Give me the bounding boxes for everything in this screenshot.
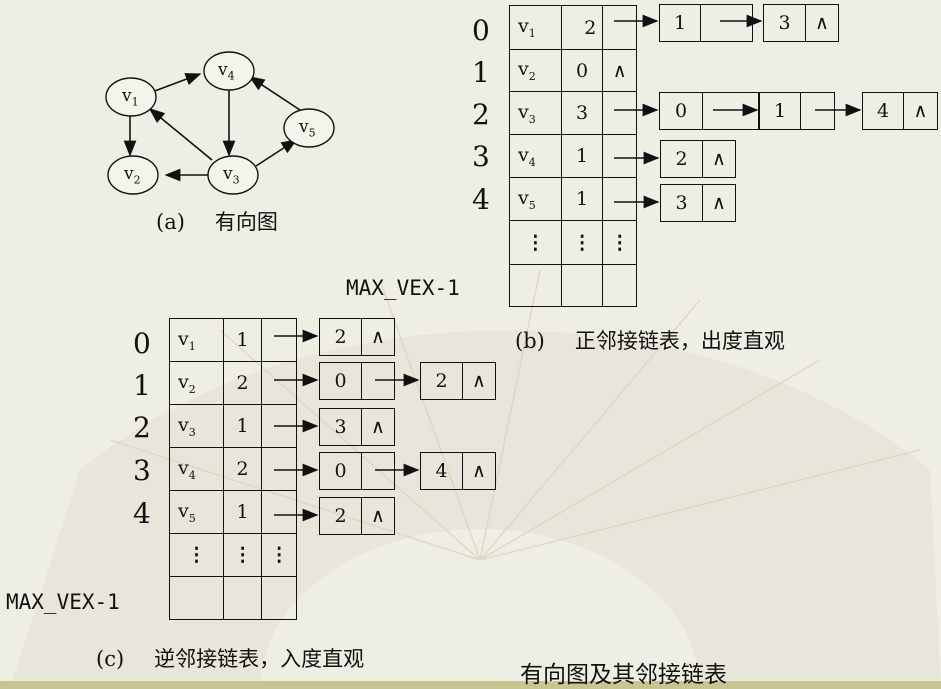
pointer-arrows	[274, 14, 862, 522]
